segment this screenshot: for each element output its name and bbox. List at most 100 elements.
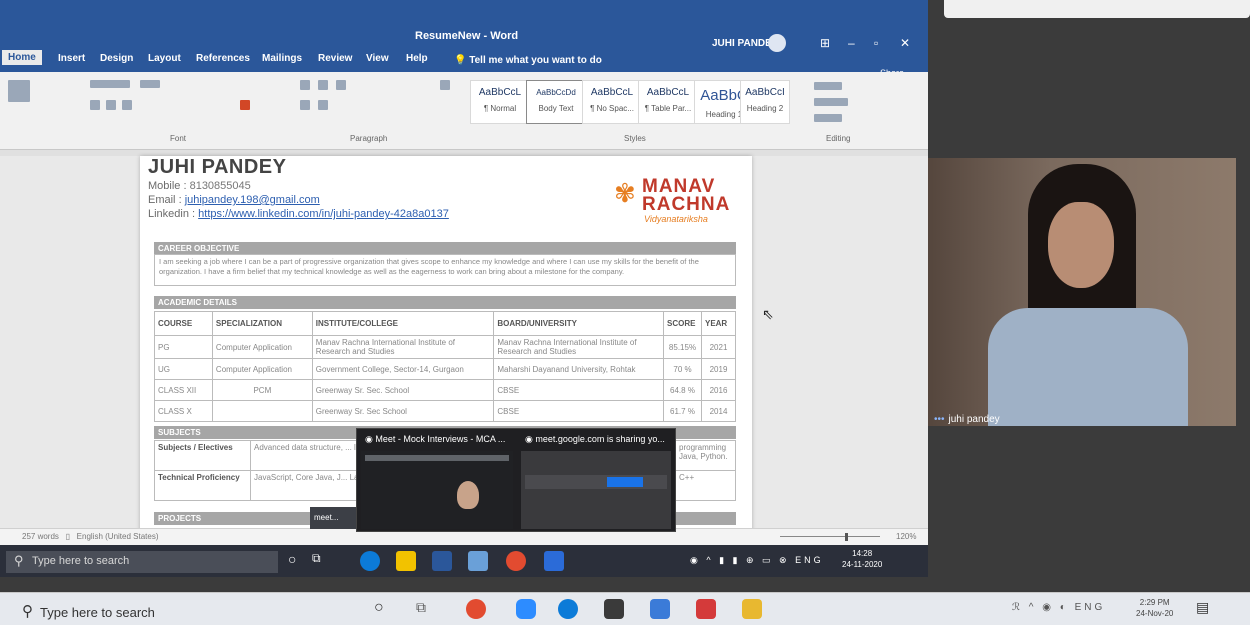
underline-icon[interactable]	[122, 100, 132, 110]
table-row: CLASS XII PCM Greenway Sr. Sec. School C…	[154, 379, 737, 401]
cell: Maharshi Dayanand University, Rohtak	[493, 358, 664, 380]
paste-icon[interactable]	[8, 80, 30, 102]
cortana-icon[interactable]: ○	[288, 551, 308, 571]
word-count: 257 words	[22, 532, 59, 541]
email-link[interactable]: juhipandey.198@gmail.com	[185, 194, 320, 206]
select-button[interactable]	[814, 114, 842, 122]
search-icon: ⚲	[22, 603, 33, 620]
italic-icon[interactable]	[106, 100, 116, 110]
language: English (United States)	[76, 532, 159, 541]
tab-layout[interactable]: Layout	[148, 53, 181, 64]
align-left-icon[interactable]	[300, 100, 310, 110]
style-body-text[interactable]: AaBbCcDd Body Text	[526, 80, 586, 124]
manav-rachna-logo: ✾ MANAV RACHNA Vidyanatariksha	[610, 172, 740, 228]
style-sample: AaBbCcI	[745, 87, 785, 98]
store-icon[interactable]	[604, 599, 624, 619]
academic-heading: ACADEMIC DETAILS	[154, 296, 736, 309]
style-name: Body Text	[538, 104, 574, 113]
local-search-box[interactable]: ⚲ Type here to search	[10, 599, 340, 623]
tab-home[interactable]: Home	[2, 50, 42, 65]
meet-tab-text: Meet - Mock Interviews - MCA ...	[375, 434, 506, 444]
numbering-icon[interactable]	[318, 80, 328, 90]
sharing-tab-title[interactable]: ◉ meet.google.com is sharing yo...	[525, 434, 665, 445]
remote-clock[interactable]: 14:28 24-11-2020	[842, 548, 882, 570]
zoom-app-icon[interactable]	[516, 599, 536, 619]
style-name: ¶ No Spac...	[590, 104, 634, 113]
style-no-spacing[interactable]: AaBbCcL ¶ No Spac...	[582, 80, 642, 124]
font-color-icon[interactable]	[240, 100, 250, 110]
minimize-icon[interactable]: –	[848, 36, 855, 50]
tab-mailings[interactable]: Mailings	[262, 53, 302, 64]
ribbon-display-icon[interactable]: ⊞	[820, 36, 830, 50]
user-avatar[interactable]	[768, 34, 786, 52]
task-view-icon[interactable]: ⧉	[416, 599, 436, 619]
style-name: ¶ Normal	[483, 104, 517, 113]
edge-icon[interactable]	[558, 599, 578, 619]
ribbon: AaBbCcL ¶ Normal AaBbCcDd Body Text AaBbCc…	[0, 72, 928, 150]
font-size-box[interactable]	[140, 80, 160, 88]
sharing-preview-thumbnail[interactable]	[521, 451, 671, 529]
task-view-icon[interactable]: ⧉	[312, 551, 332, 571]
style-normal[interactable]: AaBbCcL ¶ Normal	[470, 80, 530, 124]
document-title: ResumeNew - Word	[415, 30, 519, 42]
email-label: Email	[148, 194, 176, 206]
multilevel-list-icon[interactable]	[336, 80, 346, 90]
app-icon[interactable]	[650, 599, 670, 619]
mobile-label: Mobile	[148, 180, 181, 192]
zoom-level[interactable]: 120%	[896, 532, 916, 541]
tab-design[interactable]: Design	[100, 53, 133, 64]
status-info: 257 words ▯ English (United States)	[22, 532, 159, 541]
font-name-box[interactable]	[90, 80, 130, 88]
style-table-paragraph[interactable]: AaBbCcL ¶ Table Par...	[638, 80, 698, 124]
chrome-icon[interactable]	[466, 599, 486, 619]
stop-sharing-button[interactable]	[607, 477, 643, 487]
show-marks-icon[interactable]	[440, 80, 450, 90]
tab-help[interactable]: Help	[406, 53, 428, 64]
edge-icon[interactable]	[360, 551, 380, 571]
remote-search-text: Type here to search	[32, 555, 130, 567]
remote-search-box[interactable]: ⚲ Type here to search	[6, 551, 278, 573]
tab-view[interactable]: View	[366, 53, 389, 64]
store-icon[interactable]	[468, 551, 488, 571]
local-tray-icons[interactable]: ℛ ^ ◉ ◐ ENG	[1012, 602, 1105, 613]
meet-preview-thumbnail[interactable]	[361, 451, 513, 529]
gift-app-icon[interactable]	[696, 599, 716, 619]
local-date: 24-Nov-20	[1136, 609, 1174, 618]
find-button[interactable]	[814, 82, 842, 90]
remote-tray-icons[interactable]: ◉ ^ ▮ ▮ ⊕ ▭ ⊗ ENG	[690, 555, 824, 566]
cell: CBSE	[493, 400, 664, 422]
cell: 61.7 %	[663, 400, 702, 422]
style-heading-2[interactable]: AaBbCcI Heading 2	[740, 80, 790, 124]
tab-references[interactable]: References	[196, 53, 250, 64]
notification-icon[interactable]: ▤	[1196, 599, 1216, 619]
tell-me-search[interactable]: 💡 Tell me what you want to do	[454, 55, 602, 66]
remote-lang: ENG	[795, 555, 824, 565]
linkedin-link[interactable]: https://www.linkedin.com/in/juhi-pandey-…	[198, 208, 449, 220]
thumbnail-participant	[457, 481, 479, 509]
close-icon[interactable]: ✕	[900, 36, 910, 50]
file-explorer-icon[interactable]	[396, 551, 416, 571]
email-line: Email : juhipandey.198@gmail.com	[148, 194, 320, 206]
subject-key: Subjects / Electives	[154, 440, 251, 471]
word-app-icon[interactable]	[432, 551, 452, 571]
file-explorer-icon[interactable]	[742, 599, 762, 619]
chrome-icon[interactable]	[506, 551, 526, 571]
tab-insert[interactable]: Insert	[58, 53, 85, 64]
bullets-icon[interactable]	[300, 80, 310, 90]
zoom-slider[interactable]	[780, 536, 880, 537]
linkedin-label: Linkedin	[148, 208, 189, 220]
meet-tab-title[interactable]: ◉ Meet - Mock Interviews - MCA ...	[365, 434, 505, 445]
tab-review[interactable]: Review	[318, 53, 352, 64]
replace-button[interactable]	[814, 98, 848, 106]
cortana-icon[interactable]: ○	[374, 599, 394, 619]
col-score: SCORE	[663, 311, 702, 336]
meet-taskbar-label[interactable]: meet...	[310, 507, 356, 529]
word-titlebar: ResumeNew - Word JUHI PANDEY ⊞ – ▫ ✕	[0, 0, 928, 56]
align-center-icon[interactable]	[318, 100, 328, 110]
cell: Greenway Sr. Sec. School	[311, 379, 495, 401]
local-clock[interactable]: 2:29 PM 24-Nov-20	[1136, 597, 1173, 619]
zoom-slider-knob[interactable]	[845, 533, 848, 541]
app-icon[interactable]	[544, 551, 564, 571]
maximize-icon[interactable]: ▫	[874, 36, 878, 50]
bold-icon[interactable]	[90, 100, 100, 110]
